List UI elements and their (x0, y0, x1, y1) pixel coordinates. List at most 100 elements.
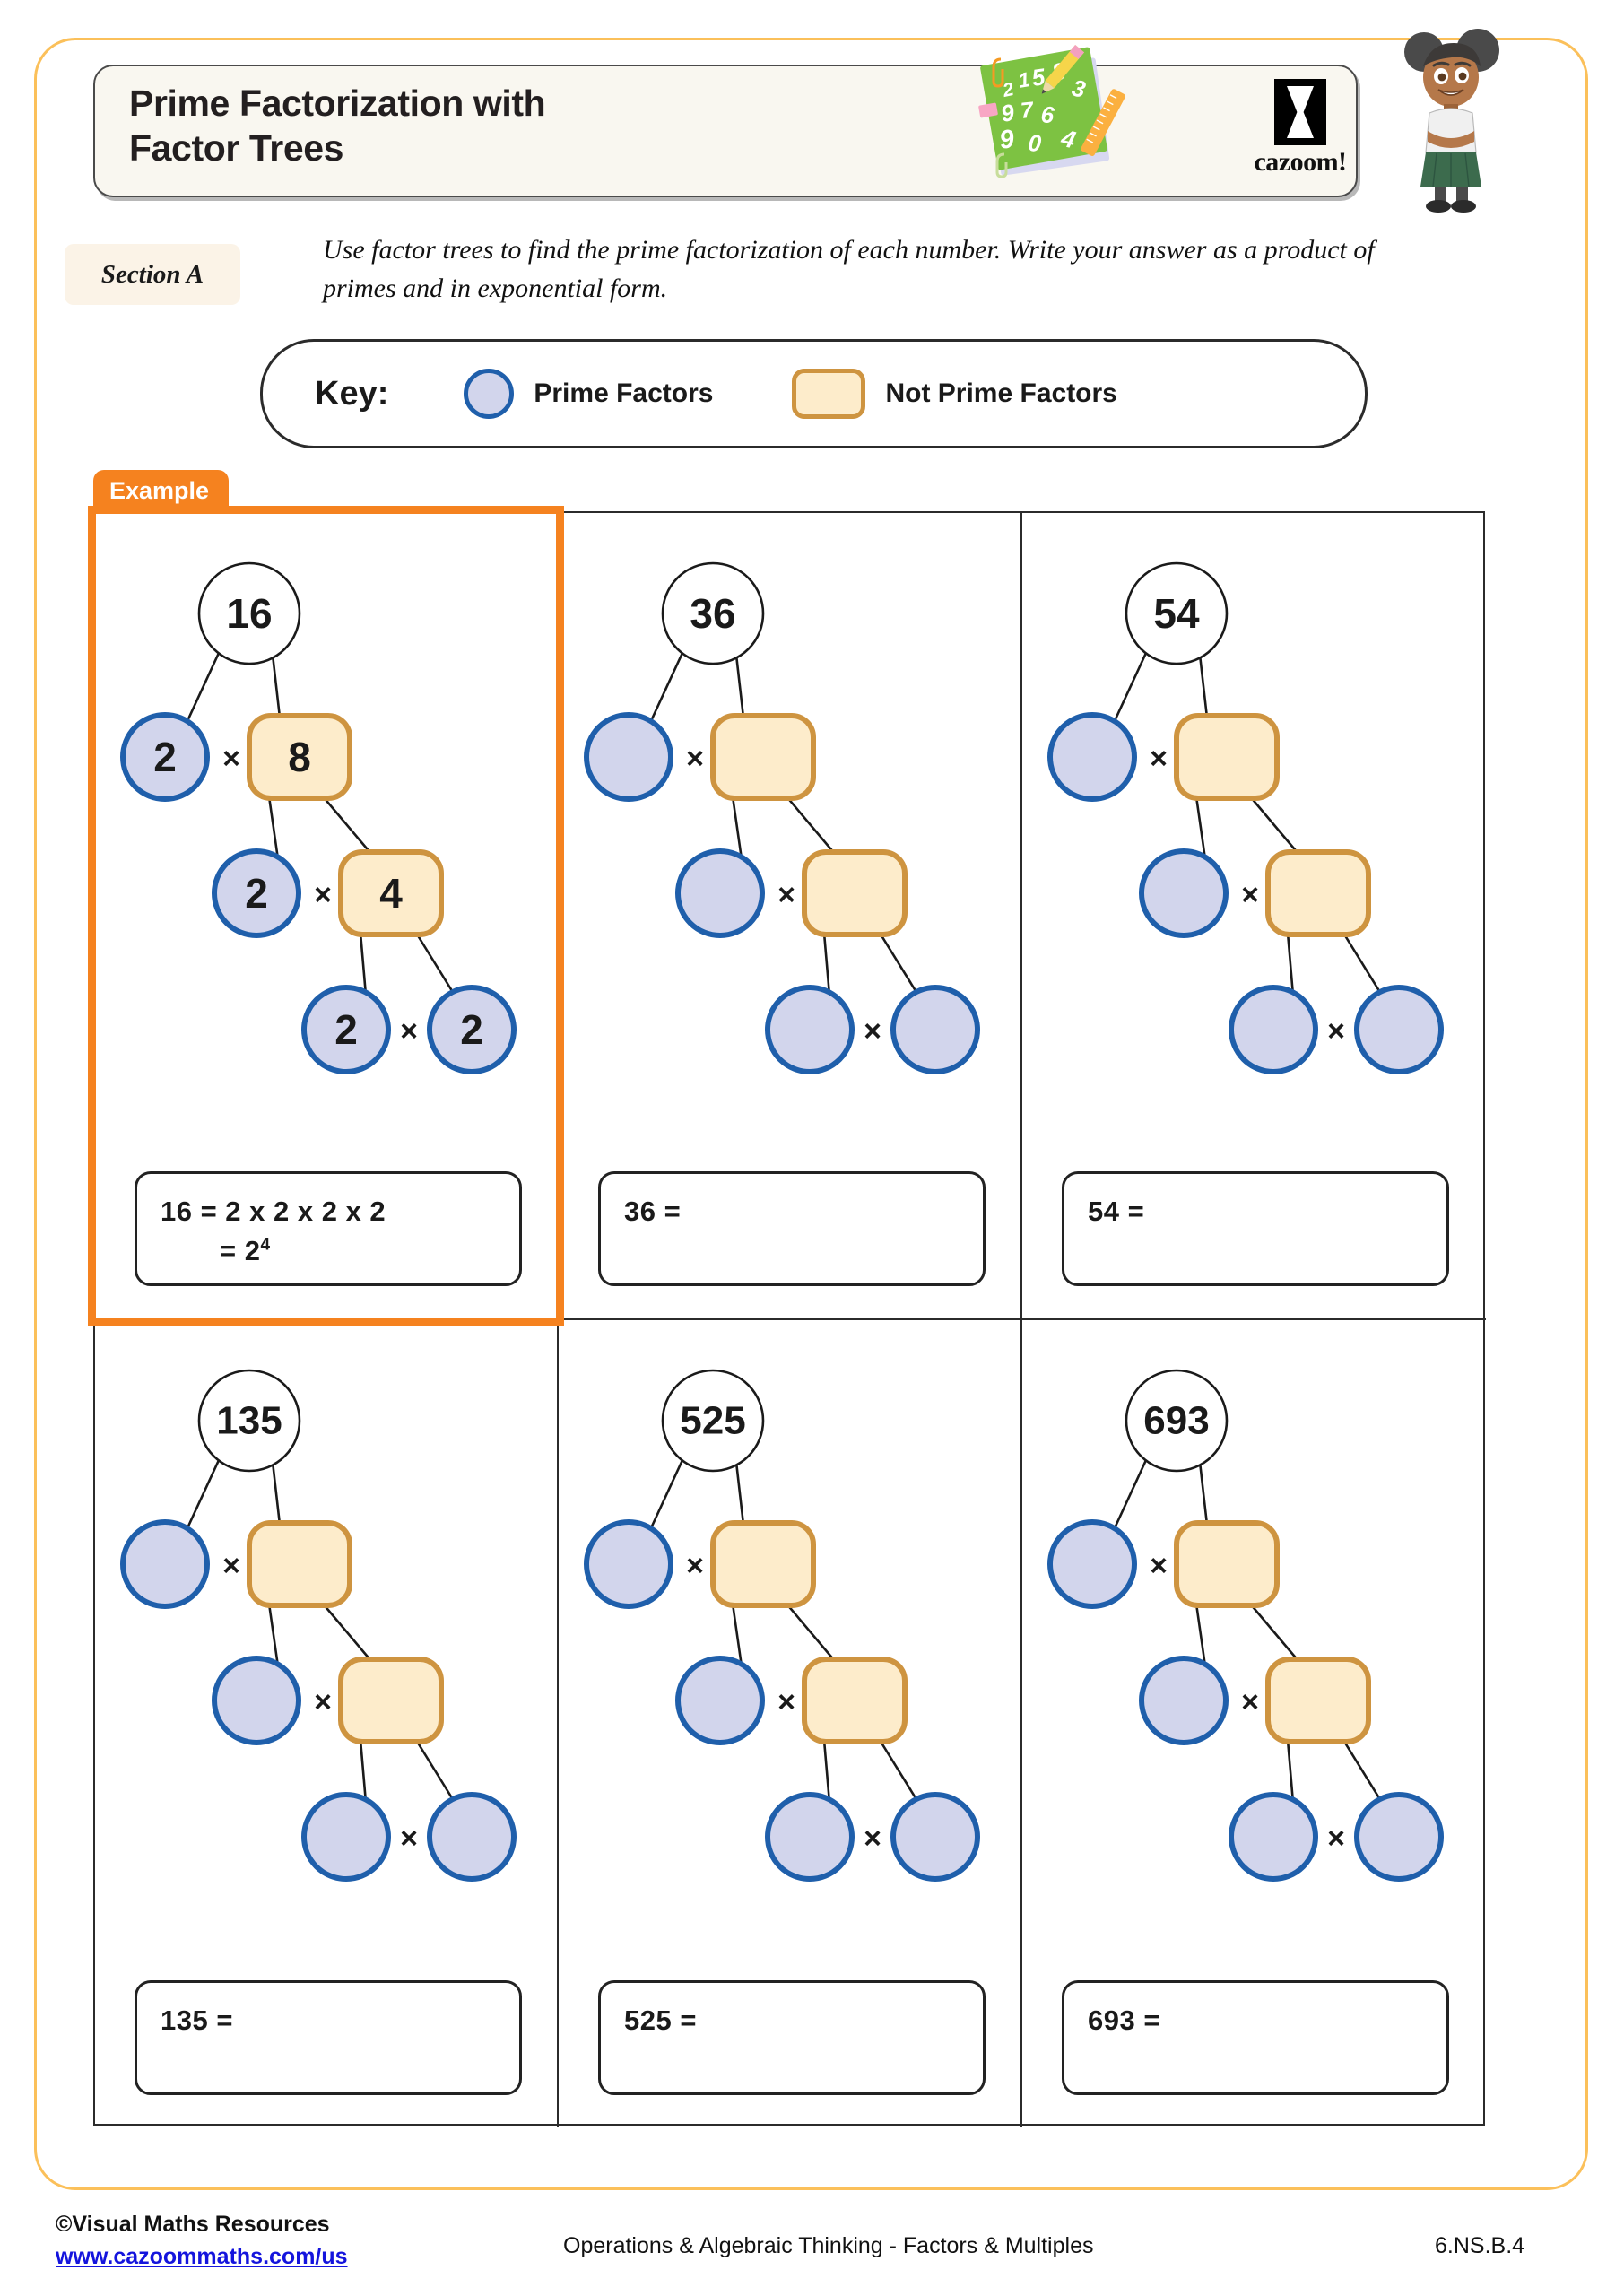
multiply-symbol: × (1150, 1549, 1168, 1583)
multiply-symbol: × (777, 878, 795, 912)
exercise-grid: 16 2 8 × 2 4 × 2 2 × 16 = 2 x 2 x 2 x 2 = 24 36 × × × 36… (93, 511, 1486, 2127)
tree-branch (322, 1603, 372, 1662)
worksheet-page: Prime Factorization with Factor Trees 2 … (0, 0, 1624, 2296)
root-number-node-label: 693 (1143, 1399, 1209, 1443)
root-number-node-label: 135 (216, 1399, 282, 1443)
prime-node-l3-right[interactable] (427, 1792, 517, 1882)
exponent-value: 4 (260, 1235, 271, 1255)
tree-branch (786, 1603, 836, 1662)
composite-node-l2[interactable] (802, 1657, 908, 1744)
tree-branch (878, 1739, 919, 1802)
prime-node-l3-right[interactable] (1354, 985, 1444, 1074)
composite-node-l2[interactable] (338, 1657, 444, 1744)
composite-node-l1[interactable] (710, 713, 816, 801)
composite-node-l2[interactable] (802, 849, 908, 937)
answer-line-product: 36 = (624, 1196, 682, 1227)
multiply-symbol: × (314, 878, 332, 912)
factor-tree: 54 × × × (1047, 561, 1444, 1074)
footer-standard-code: 6.NS.B.4 (1435, 2233, 1525, 2258)
multiply-symbol: × (864, 1014, 881, 1048)
page-title-line2: Factor Trees (129, 127, 344, 170)
answer-line-exponential: = 24 (220, 1235, 271, 1266)
footer-topic: Operations & Algebraic Thinking - Factor… (563, 2233, 1094, 2258)
prime-node-l1[interactable] (1047, 1519, 1137, 1609)
problem-cell: 525 × × × 525 = (559, 1320, 1022, 2127)
multiply-symbol: × (1150, 742, 1168, 776)
answer-line-product: 693 = (1088, 2005, 1160, 2036)
prime-node-l3-right[interactable] (890, 1792, 980, 1882)
prime-node-l1[interactable] (1047, 712, 1137, 802)
answer-box[interactable]: 135 = (135, 1980, 522, 2095)
prime-node-l1-label: 2 (153, 734, 177, 780)
key-item-not-prime: Not Prime Factors (792, 369, 1117, 419)
hourglass-icon (1287, 86, 1314, 138)
multiply-symbol: × (864, 1822, 881, 1856)
tree-branch (822, 932, 831, 996)
answer-box[interactable]: 693 = (1062, 1980, 1449, 2095)
prime-node-l3-left[interactable] (765, 1792, 855, 1882)
answer-box[interactable]: 54 = (1062, 1171, 1449, 1286)
composite-node-l1[interactable] (247, 1520, 352, 1608)
prime-node-l3-left[interactable] (765, 985, 855, 1074)
prime-node-l1[interactable] (584, 712, 673, 802)
prime-node-l3-right[interactable] (1354, 1792, 1444, 1882)
multiply-symbol: × (686, 742, 704, 776)
multiply-symbol: × (400, 1014, 418, 1048)
tree-branch (1194, 796, 1207, 860)
composite-node-l2[interactable] (1265, 849, 1371, 937)
multiply-symbol: × (400, 1822, 418, 1856)
prime-node-l3-left[interactable] (1229, 1792, 1318, 1882)
composite-node-l1[interactable] (1174, 1520, 1280, 1608)
prime-node-l1[interactable] (120, 1519, 210, 1609)
tree-branch (1286, 932, 1295, 996)
tree-branch (1198, 654, 1209, 718)
tree-branch (1194, 1603, 1207, 1667)
tree-branch (185, 1459, 221, 1531)
footer-website-link[interactable]: www.cazoommaths.com/us (56, 2244, 348, 2270)
root-number-node-label: 525 (680, 1399, 745, 1443)
composite-node-l2[interactable] (1265, 1657, 1371, 1744)
prime-node-l3-left[interactable] (301, 1792, 391, 1882)
prime-circle-icon (464, 369, 515, 419)
tree-branch (1198, 1461, 1209, 1526)
answer-box[interactable]: 525 = (598, 1980, 986, 2095)
multiply-symbol: × (777, 1685, 795, 1719)
prime-node-l3-right[interactable] (890, 985, 980, 1074)
composite-rect-icon (792, 369, 866, 419)
answer-line-product: 54 = (1088, 1196, 1145, 1227)
tree-branch (271, 1461, 282, 1526)
problem-cell: 693 × × × 693 = (1022, 1320, 1486, 2127)
prime-node-l2[interactable] (675, 1656, 765, 1745)
example-tab: Example (93, 470, 230, 511)
tree-branch (1342, 932, 1383, 995)
key-item-prime: Prime Factors (464, 369, 713, 419)
page-footer: ©Visual Maths Resources www.cazoommaths.… (0, 2208, 1624, 2296)
composite-node-l1[interactable] (1174, 713, 1280, 801)
prime-node-l2[interactable] (1139, 848, 1229, 938)
answer-line-product: 525 = (624, 2005, 697, 2036)
composite-node-l2-label: 4 (379, 870, 403, 917)
prime-node-l2[interactable] (212, 1656, 301, 1745)
root-number-node-label: 16 (226, 590, 272, 637)
svg-text:0: 0 (1028, 129, 1043, 157)
prime-node-l2[interactable] (1139, 1656, 1229, 1745)
tree-branch (1249, 796, 1299, 855)
composite-node-l1[interactable] (710, 1520, 816, 1608)
key-not-prime-label: Not Prime Factors (885, 378, 1117, 408)
section-tag: Section A (65, 244, 240, 305)
math-doodle-icon: 2 1 5 8 3 9 7 6 9 0 4 (978, 45, 1125, 178)
root-number-node-label: 36 (690, 590, 735, 637)
key-prime-label: Prime Factors (534, 378, 714, 408)
multiply-symbol: × (1327, 1822, 1345, 1856)
answer-box[interactable]: 36 = (598, 1171, 986, 1286)
multiply-symbol: × (222, 742, 240, 776)
page-title: Prime Factorization with Factor Trees (129, 81, 546, 170)
prime-node-l3-left[interactable] (1229, 985, 1318, 1074)
answer-box[interactable]: 16 = 2 x 2 x 2 x 2 = 24 (135, 1171, 522, 1286)
prime-node-l2[interactable] (675, 848, 765, 938)
prime-node-l2-label: 2 (245, 870, 268, 917)
multiply-symbol: × (686, 1549, 704, 1583)
tree-branch (359, 1739, 368, 1804)
prime-node-l1[interactable] (584, 1519, 673, 1609)
tree-branch (731, 1603, 743, 1667)
